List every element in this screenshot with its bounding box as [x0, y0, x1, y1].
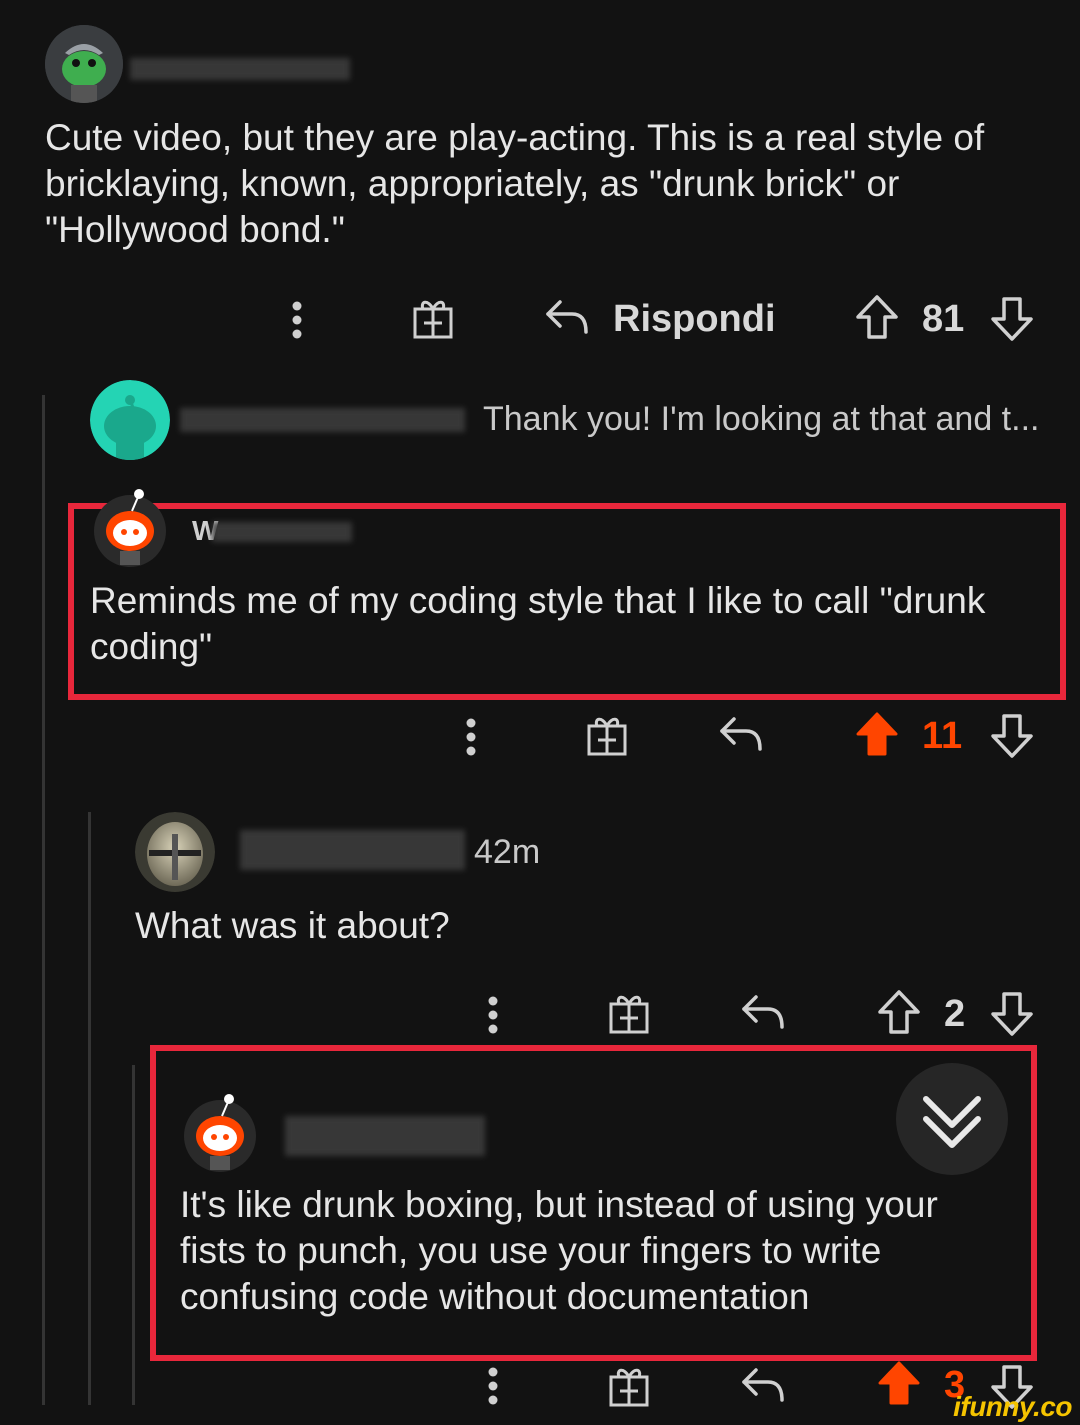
award-gift-icon[interactable] — [606, 989, 652, 1035]
downvote-icon[interactable] — [990, 296, 1034, 342]
username-redacted[interactable] — [285, 1116, 485, 1156]
vote-count: 81 — [922, 298, 965, 340]
avatar[interactable] — [90, 487, 170, 567]
watermark: ifunny.co — [953, 1391, 1072, 1422]
reply-icon[interactable] — [740, 993, 786, 1033]
award-gift-icon[interactable] — [584, 711, 630, 757]
upvote-icon-active[interactable] — [877, 1360, 921, 1406]
comment-actions: 11 — [0, 707, 1080, 767]
upvote-icon-active[interactable] — [855, 711, 899, 757]
vote-count: 2 — [944, 993, 966, 1035]
avatar[interactable] — [90, 380, 170, 460]
more-options-icon[interactable] — [483, 993, 503, 1037]
thread-line-level3 — [132, 1065, 135, 1405]
comment-body: Cute video, but they are play-acting. Th… — [45, 117, 985, 250]
comment-actions: 3 — [0, 1360, 1080, 1422]
comment-body: What was it about? — [135, 905, 450, 946]
award-gift-icon[interactable] — [410, 294, 456, 340]
downvote-icon[interactable] — [990, 713, 1034, 759]
reply-button[interactable]: Rispondi — [613, 298, 776, 341]
avatar[interactable] — [180, 1092, 260, 1172]
comment-body: Reminds me of my coding style that I lik… — [90, 580, 986, 667]
upvote-icon[interactable] — [877, 989, 921, 1035]
comment-body: It's like drunk boxing, but instead of u… — [180, 1184, 938, 1317]
thread-line-level1 — [42, 395, 45, 1405]
avatar[interactable] — [45, 25, 123, 103]
downvote-icon[interactable] — [990, 991, 1034, 1037]
reply-icon[interactable] — [544, 298, 590, 338]
username-redacted[interactable] — [240, 830, 465, 870]
reply-icon[interactable] — [740, 1366, 786, 1406]
award-gift-icon[interactable] — [606, 1362, 652, 1408]
thread-line-level2 — [88, 812, 91, 1405]
username-redacted[interactable] — [180, 408, 465, 432]
comment-actions: 2 — [0, 985, 1080, 1045]
reply-icon[interactable] — [718, 715, 764, 755]
username-redacted[interactable] — [212, 522, 352, 542]
username-redacted[interactable] — [130, 58, 350, 80]
more-options-icon[interactable] — [483, 1364, 503, 1408]
more-options-icon[interactable] — [287, 298, 307, 342]
more-options-icon[interactable] — [461, 715, 481, 759]
vote-count: 11 — [922, 715, 963, 757]
upvote-icon[interactable] — [855, 294, 899, 340]
comment-actions: Rispondi 81 — [0, 290, 1080, 350]
avatar[interactable] — [135, 812, 215, 892]
timestamp: 42m — [474, 833, 541, 871]
collapsed-comment-preview[interactable]: Thank you! I'm looking at that and t... — [483, 400, 1039, 439]
collapse-thread-button[interactable] — [896, 1063, 1008, 1175]
